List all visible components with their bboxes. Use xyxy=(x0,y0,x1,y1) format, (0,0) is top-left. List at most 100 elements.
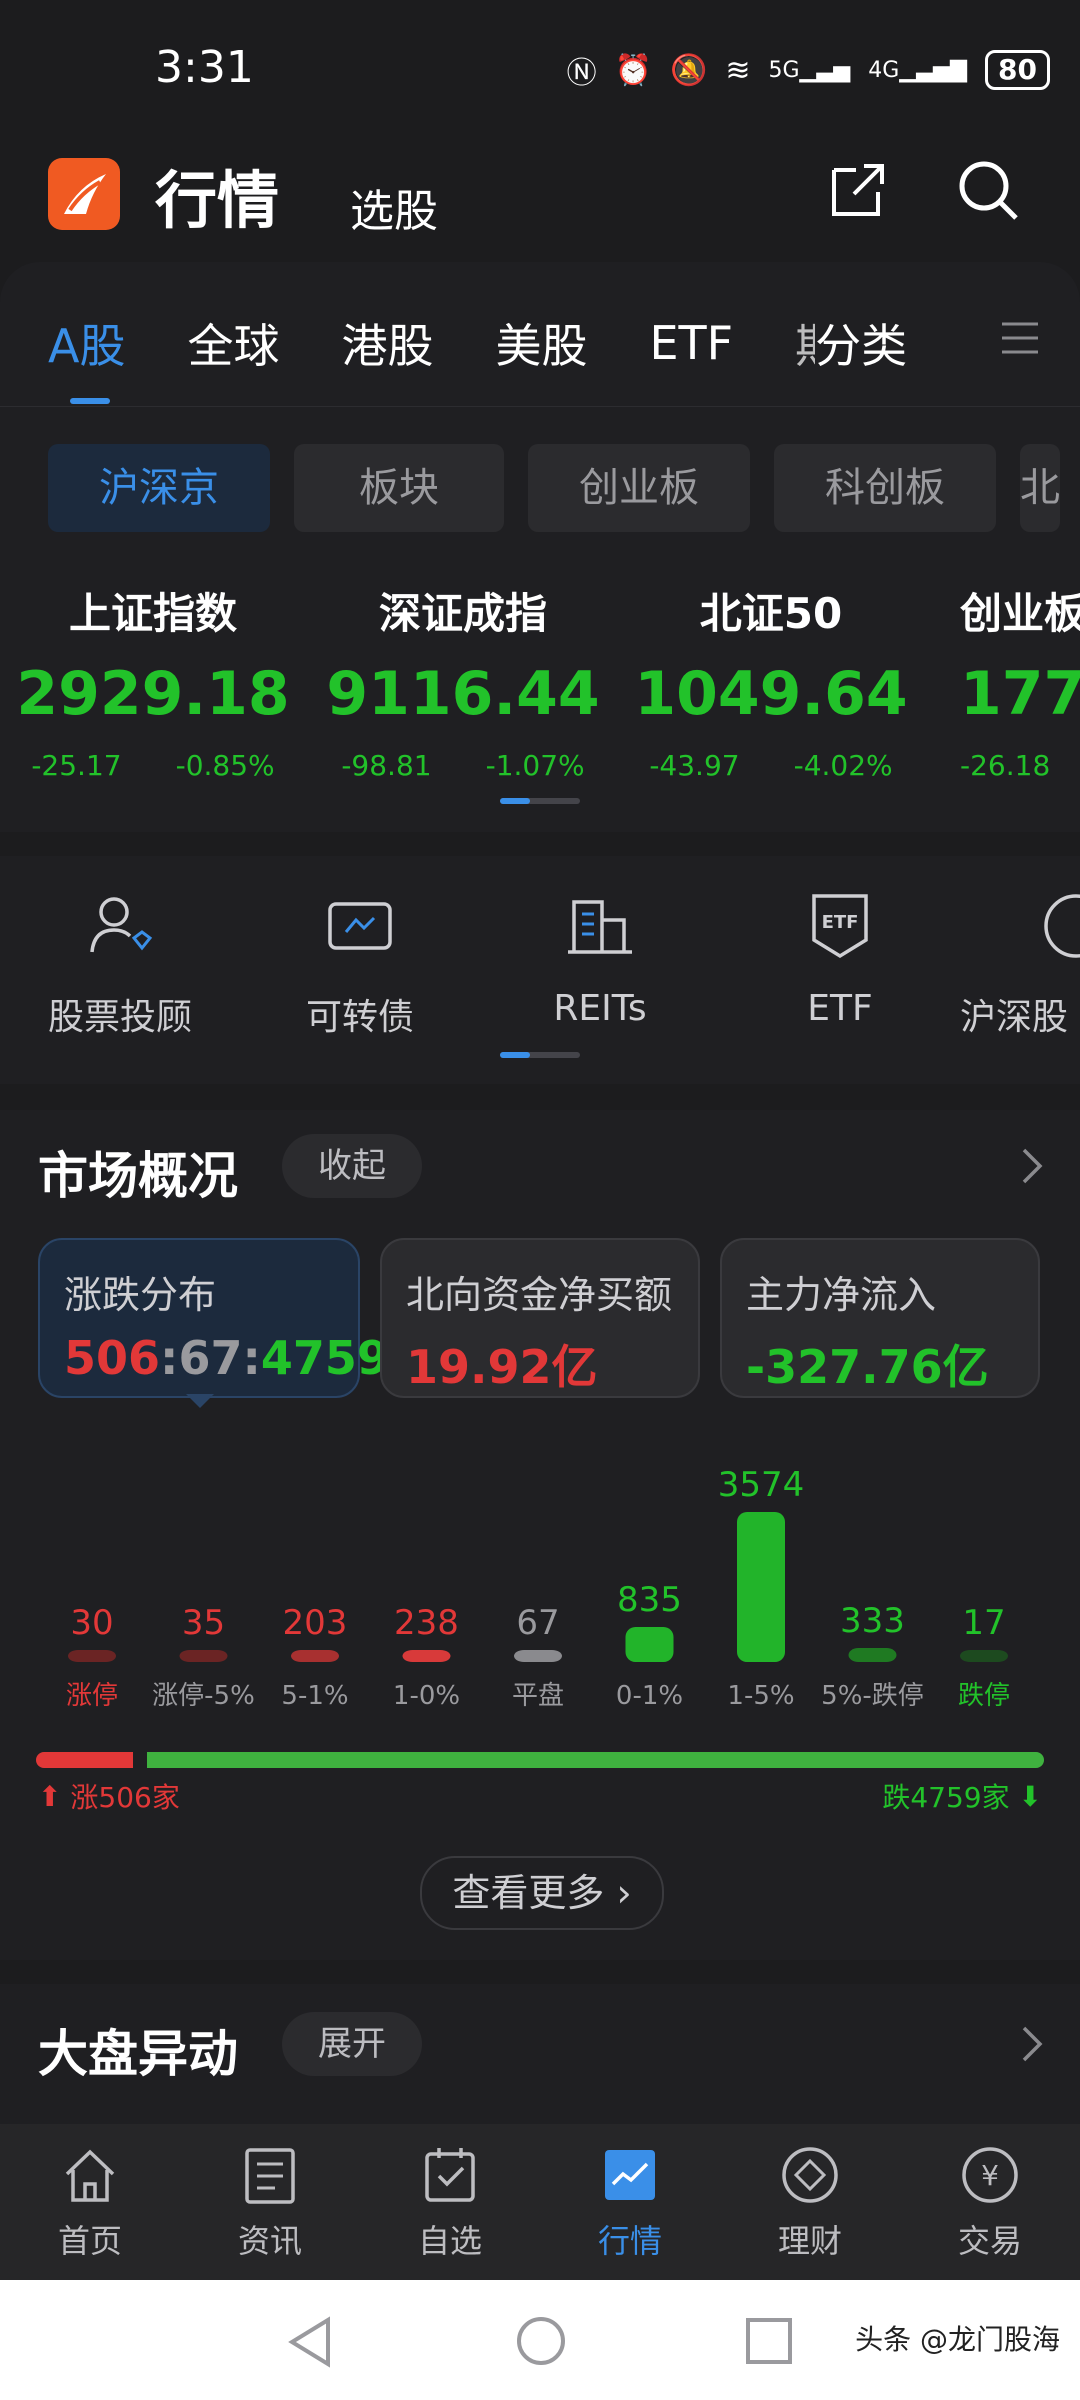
distribution-bar xyxy=(960,1650,1008,1662)
stock-picker-link[interactable]: 选股 xyxy=(350,175,438,239)
divider xyxy=(0,406,1080,407)
etf-icon: ETF xyxy=(804,890,876,962)
card-title: 涨跌分布 xyxy=(64,1273,217,1317)
quick-label: 沪深股 xyxy=(960,997,1069,1038)
index-card-sz[interactable]: 深证成指 9116.44 -98.81 -1.07% xyxy=(318,580,608,782)
quick-etf[interactable]: ETF ETF xyxy=(740,890,940,1029)
market-tabs: A股 全球 港股 美股 ETF 期 分类 xyxy=(48,310,969,376)
up-total: ⬆ 涨506家 xyxy=(38,1776,180,1816)
index-card-sh[interactable]: 上证指数 2929.18 -25.17 -0.85% xyxy=(8,580,298,782)
nav-wealth[interactable]: 理财 xyxy=(720,2144,900,2262)
distribution-count: 35 xyxy=(182,1603,225,1643)
distribution-count: 30 xyxy=(70,1603,113,1643)
chip-hs-bj[interactable]: 沪深京 xyxy=(48,444,270,532)
search-icon[interactable] xyxy=(956,158,1026,228)
wifi-icon: ≋ xyxy=(725,52,751,88)
card-northbound[interactable]: 北向资金净买额 19.92亿 xyxy=(380,1238,700,1398)
convertible-bond-icon xyxy=(324,890,396,962)
share-icon[interactable] xyxy=(826,158,896,228)
home-circle-icon[interactable] xyxy=(514,2314,568,2372)
nav-label: 理财 xyxy=(777,2222,842,2260)
up-total-text: 涨506家 xyxy=(70,1781,180,1814)
quick-advisor[interactable]: 股票投顾 xyxy=(20,890,220,1040)
chevron-right-icon[interactable] xyxy=(1020,2024,1044,2068)
distribution-label: 1-0% xyxy=(393,1681,460,1711)
card-title: 北向资金净买额 xyxy=(406,1273,673,1317)
distribution-label: 5-1% xyxy=(281,1681,348,1711)
sub-market-chips: 沪深京 板块 创业板 科创板 北 xyxy=(48,444,1060,532)
index-change: -43.97 xyxy=(649,749,740,782)
index-value: 9116.44 xyxy=(326,659,600,729)
nav-home[interactable]: 首页 xyxy=(0,2144,180,2262)
card-pointer xyxy=(186,1394,214,1408)
expand-button[interactable]: 展开 xyxy=(282,2012,422,2076)
menu-icon[interactable] xyxy=(1000,318,1040,362)
chip-bj[interactable]: 北 xyxy=(1020,444,1060,532)
distribution-count: 835 xyxy=(617,1580,682,1620)
down-total: 跌4759家 ⬇ xyxy=(882,1776,1042,1816)
market-overview-title: 市场概况 xyxy=(38,1147,238,1205)
chip-sector[interactable]: 板块 xyxy=(294,444,504,532)
building-icon xyxy=(564,890,636,962)
down-count: 4759 xyxy=(260,1331,389,1385)
back-icon[interactable] xyxy=(284,2314,334,2374)
tab-category[interactable]: 分类 xyxy=(815,310,907,376)
distribution-count: 203 xyxy=(283,1603,348,1643)
tab-us[interactable]: 美股 xyxy=(495,310,587,376)
index-change: -25.17 xyxy=(31,749,122,782)
index-change: -26.18 xyxy=(960,749,1051,782)
nav-watchlist[interactable]: 自选 xyxy=(360,2144,540,2262)
arrow-down-icon: ⬇ xyxy=(1018,1779,1042,1813)
index-name: 北证50 xyxy=(699,589,843,638)
quick-convertible[interactable]: 可转债 xyxy=(260,890,460,1040)
quick-label: 股票投顾 xyxy=(47,997,192,1038)
nav-label: 交易 xyxy=(957,2222,1022,2260)
quick-hs-stock[interactable]: 沪深股 xyxy=(960,890,1080,1040)
chip-star[interactable]: 科创板 xyxy=(774,444,996,532)
index-value: 1775 xyxy=(960,659,1080,729)
collapse-button[interactable]: 收起 xyxy=(282,1134,422,1198)
distribution-count: 238 xyxy=(394,1603,459,1643)
nav-label: 首页 xyxy=(57,2222,122,2260)
view-more-button[interactable]: 查看更多 › xyxy=(420,1856,664,1930)
tab-a-shares[interactable]: A股 xyxy=(48,310,125,376)
app-logo-icon xyxy=(48,158,120,230)
tab-hk[interactable]: 港股 xyxy=(341,310,433,376)
card-main-inflow[interactable]: 主力净流入 -327.76亿 xyxy=(720,1238,1040,1398)
index-name: 深证成指 xyxy=(378,589,547,638)
index-pct: -0.85% xyxy=(175,749,275,782)
mute-icon: 🔕 xyxy=(669,52,708,88)
news-icon xyxy=(239,2144,301,2206)
market-alerts-title: 大盘异动 xyxy=(38,2025,238,2083)
quick-scroll-indicator xyxy=(500,1052,580,1058)
status-bar: 3:31 Ⓝ ⏰ 🔕 ≋ 5G▁▃▅ 4G▁▃▅▇ 80 xyxy=(0,0,1080,140)
card-up-down-distribution[interactable]: 涨跌分布 506:67:4759 xyxy=(38,1238,389,1398)
index-card-bj50[interactable]: 北证50 1049.64 -43.97 -4.02% xyxy=(626,580,916,782)
status-time: 3:31 xyxy=(155,42,254,93)
chip-chinext[interactable]: 创业板 xyxy=(528,444,750,532)
active-tab-indicator xyxy=(70,398,110,404)
index-pct: -1.07% xyxy=(485,749,585,782)
index-value: 2929.18 xyxy=(16,659,290,729)
tab-etf[interactable]: ETF xyxy=(649,316,733,370)
distribution-label: 涨停 xyxy=(66,1681,118,1711)
distribution-label: 1-5% xyxy=(727,1681,794,1711)
nav-label: 自选 xyxy=(417,2222,482,2260)
index-card-chinext[interactable]: 创业板 1775 -26.18 xyxy=(960,580,1080,782)
distribution-bar xyxy=(402,1650,451,1662)
nav-news[interactable]: 资讯 xyxy=(180,2144,360,2262)
recents-icon[interactable] xyxy=(744,2316,794,2370)
nav-market[interactable]: 行情 xyxy=(540,2144,720,2262)
watchlist-icon xyxy=(419,2144,481,2206)
distribution-bar xyxy=(625,1626,674,1662)
nav-trade[interactable]: ¥ 交易 xyxy=(900,2144,1080,2262)
card-value: 19.92亿 xyxy=(406,1340,598,1394)
quick-reits[interactable]: REITs xyxy=(500,890,700,1029)
tab-global[interactable]: 全球 xyxy=(187,310,279,376)
distribution-label: 涨停-5% xyxy=(152,1681,255,1711)
chevron-right-icon[interactable] xyxy=(1020,1146,1044,1190)
card-value: 506:67:4759 xyxy=(64,1331,389,1385)
tab-futures[interactable]: 期 xyxy=(795,310,815,376)
signal-4g-icon: 4G▁▃▅▇ xyxy=(868,57,968,83)
quick-label: 可转债 xyxy=(305,997,414,1038)
